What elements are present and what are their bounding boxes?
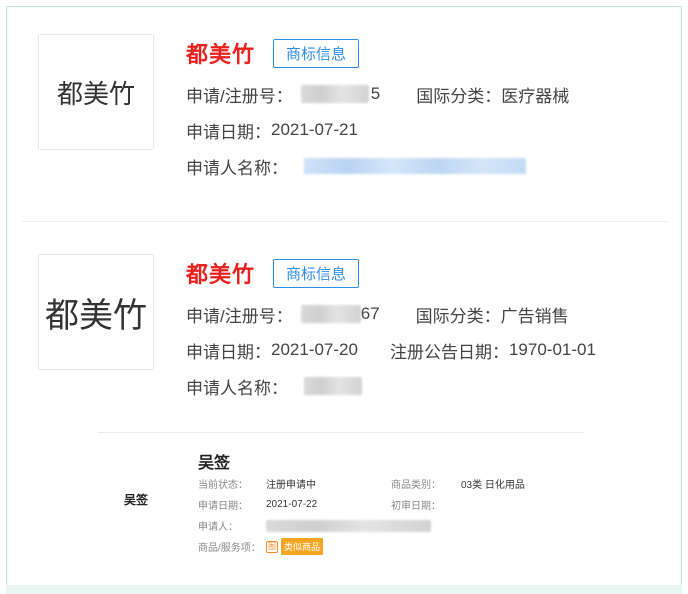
announce-date-value: 1970-01-01 [508, 340, 596, 359]
first-review-label: 初审日期： [391, 501, 441, 512]
trademark-info-button[interactable]: 商标信息 [273, 38, 360, 68]
applicant-label: 申请人： [198, 522, 238, 533]
applicant-redacted [304, 158, 526, 174]
intl-class-label: 国际分类： [415, 306, 501, 326]
trademark-info-button[interactable]: 商标信息 [273, 258, 360, 288]
goods-label: 商品/服务项： [198, 543, 261, 554]
trademark-logo[interactable]: 吴签 [124, 491, 148, 508]
goods-icon[interactable]: 图 [266, 540, 278, 553]
apply-date-value: 2021-07-20 [271, 340, 358, 359]
apply-date-value: 2021-07-21 [271, 120, 358, 139]
reg-no-label: 申请/注册号： [186, 306, 293, 326]
applicant-label: 申请人名称： [186, 378, 288, 398]
category-label: 商品类别： [391, 480, 441, 491]
intl-class-value: 广告销售 [500, 306, 569, 326]
trademark-record: 都美竹 都美竹 商标信息 申请/注册号： 5 国际分类： 医疗器械 申请日期： … [22, 22, 668, 222]
announce-date-label: 注册公告日期： [389, 342, 509, 362]
reg-no-label: 申请/注册号： [186, 86, 293, 106]
applicant-label: 申请人名称： [186, 158, 288, 178]
apply-date-value: 2021-07-22 [266, 499, 318, 510]
trademark-name[interactable]: 都美竹 [186, 257, 255, 289]
reg-no-suffix: 5 [370, 84, 381, 103]
trademark-logo[interactable]: 都美竹 [38, 34, 154, 150]
category-value: 03类 日化用品 [461, 480, 525, 491]
intl-class-value: 医疗器械 [501, 86, 570, 106]
reg-no-redacted [300, 85, 369, 103]
trademark-record: 都美竹 都美竹 商标信息 申请/注册号： 67 国际分类： 广告销售 申请日期：… [22, 242, 668, 398]
trademark-record-inset: 吴签 吴签 当前状态： 注册申请中 商品类别： 03类 日化用品 申请日期： 2… [98, 432, 584, 574]
record-info: 都美竹 商标信息 申请/注册号： 67 国际分类： 广告销售 申请日期： 202… [186, 258, 596, 404]
intl-class-label: 国际分类： [416, 86, 502, 106]
similar-goods-badge[interactable]: 类似商品 [281, 538, 324, 555]
apply-date-label: 申请日期： [186, 122, 271, 142]
applicant-redacted [304, 377, 362, 395]
trademark-logo[interactable]: 都美竹 [38, 254, 154, 370]
trademark-name[interactable]: 都美竹 [186, 37, 255, 69]
record-info: 吴签 当前状态： 注册申请中 商品类别： 03类 日化用品 申请日期： 2021… [198, 449, 586, 557]
panel-footer [6, 585, 682, 594]
trademark-name[interactable]: 吴签 [198, 449, 586, 473]
status-value: 注册申请中 [266, 480, 316, 491]
record-info: 都美竹 商标信息 申请/注册号： 5 国际分类： 医疗器械 申请日期： 2021… [186, 38, 569, 184]
apply-date-label: 申请日期： [198, 501, 248, 512]
reg-no-suffix: 67 [360, 304, 380, 323]
status-label: 当前状态： [198, 480, 248, 491]
applicant-redacted [266, 519, 431, 532]
apply-date-label: 申请日期： [186, 342, 271, 362]
reg-no-redacted [300, 305, 361, 323]
